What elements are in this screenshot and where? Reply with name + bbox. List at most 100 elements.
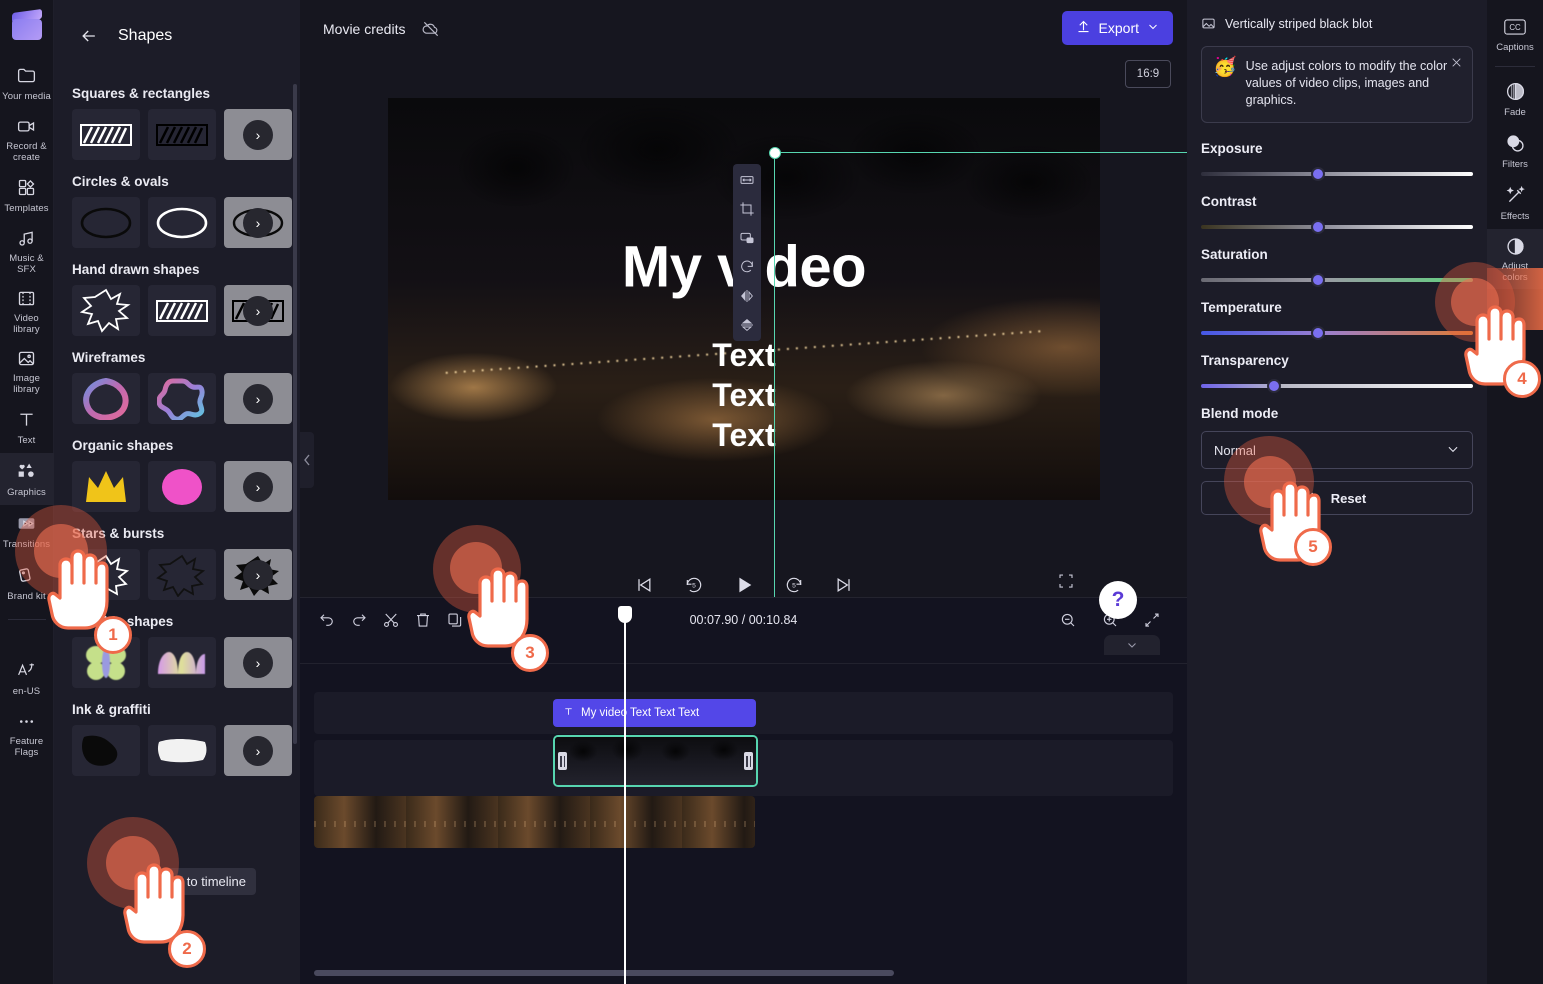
see-more-button[interactable]: › xyxy=(224,373,292,424)
zoom-out-icon[interactable] xyxy=(1057,609,1079,631)
sidebar-item-video-library[interactable]: Video library xyxy=(0,281,54,341)
split-icon[interactable] xyxy=(380,609,402,631)
flip-horizontal-icon[interactable] xyxy=(736,285,758,307)
sidebar-item-text[interactable]: Text xyxy=(0,401,54,453)
preview-sub-line: Text xyxy=(388,375,1100,415)
see-more-button[interactable]: › xyxy=(224,461,292,512)
collapse-panel-button[interactable] xyxy=(300,432,314,488)
playhead-handle[interactable] xyxy=(618,606,632,623)
see-more-button[interactable]: › xyxy=(224,637,292,688)
redo-icon[interactable] xyxy=(348,609,370,631)
track-video[interactable] xyxy=(314,804,1173,860)
sidebar-item-templates[interactable]: Templates xyxy=(0,169,54,221)
shape-thumb[interactable] xyxy=(72,373,140,424)
play-icon[interactable] xyxy=(731,572,757,598)
shape-thumb[interactable] xyxy=(148,725,216,776)
right-rail-effects[interactable]: Effects xyxy=(1487,177,1543,229)
shape-thumb[interactable] xyxy=(72,637,140,688)
playhead[interactable] xyxy=(624,620,626,984)
rotate-icon[interactable] xyxy=(736,256,758,278)
shape-thumb[interactable] xyxy=(148,197,216,248)
sidebar-item-music-sfx[interactable]: Music & SFX xyxy=(0,221,54,281)
shape-thumb[interactable] xyxy=(148,109,216,160)
sidebar-item-image-library[interactable]: Image library xyxy=(0,341,54,401)
shape-grid: › xyxy=(72,549,286,600)
timeline-ruler[interactable]: 0 0:03 0:06 0:09 0:12 0:15 0:18 0:2 xyxy=(300,642,1187,664)
crop-icon[interactable] xyxy=(736,198,758,220)
see-more-button[interactable]: › xyxy=(224,285,292,336)
shape-thumb[interactable] xyxy=(72,109,140,160)
shape-thumb[interactable] xyxy=(148,637,216,688)
undo-icon[interactable] xyxy=(316,609,338,631)
slider-thumb[interactable] xyxy=(1267,379,1281,393)
sidebar-item-record-create[interactable]: Record & create xyxy=(0,109,54,169)
shape-grid: › xyxy=(72,285,286,336)
right-rail-fade[interactable]: Fade xyxy=(1487,73,1543,125)
shape-thumb[interactable] xyxy=(72,197,140,248)
blend-mode-select[interactable]: Normal xyxy=(1201,431,1473,469)
project-title-input[interactable]: Movie credits xyxy=(314,16,414,42)
shape-thumb[interactable] xyxy=(148,461,216,512)
temperature-slider[interactable] xyxy=(1201,331,1473,335)
fullscreen-icon[interactable] xyxy=(1057,572,1079,594)
saturation-slider[interactable] xyxy=(1201,278,1473,282)
transparency-slider[interactable] xyxy=(1201,384,1473,388)
shape-thumb[interactable] xyxy=(72,461,140,512)
contrast-slider[interactable] xyxy=(1201,225,1473,229)
sidebar-item-feature-flags[interactable]: Feature Flags xyxy=(0,704,54,764)
panel-title: Shapes xyxy=(118,27,172,45)
shape-thumb[interactable] xyxy=(72,549,140,600)
trim-handle-left[interactable] xyxy=(558,752,567,770)
sidebar-item-language[interactable]: en-US xyxy=(0,652,54,704)
arrow-left-icon[interactable] xyxy=(78,25,100,47)
shape-thumb[interactable] xyxy=(72,725,140,776)
skip-previous-icon[interactable] xyxy=(631,572,657,598)
exposure-slider[interactable] xyxy=(1201,172,1473,176)
flip-vertical-icon[interactable] xyxy=(736,314,758,336)
shape-thumb[interactable] xyxy=(148,285,216,336)
forward-5-icon[interactable]: 5 xyxy=(781,572,807,598)
collapse-preview-button[interactable] xyxy=(1104,635,1160,655)
picture-in-picture-icon[interactable] xyxy=(736,227,758,249)
see-more-button[interactable]: › xyxy=(224,197,292,248)
fit-icon[interactable] xyxy=(736,169,758,191)
slider-thumb[interactable] xyxy=(1311,167,1325,181)
panel-scrollbar[interactable] xyxy=(293,84,297,744)
slider-thumb[interactable] xyxy=(1311,220,1325,234)
party-face-emoji-icon: 🥳 xyxy=(1213,58,1237,109)
trim-handle-right[interactable] xyxy=(744,752,753,770)
export-button[interactable]: Export xyxy=(1062,11,1173,45)
see-more-button[interactable]: › xyxy=(224,109,292,160)
see-more-button[interactable]: › xyxy=(224,549,292,600)
reset-button[interactable]: Reset xyxy=(1201,481,1473,515)
see-more-button[interactable]: › xyxy=(224,725,292,776)
shape-thumb[interactable] xyxy=(148,373,216,424)
timeline-clip-text[interactable]: My video Text Text Text xyxy=(553,699,756,727)
help-button[interactable]: ? xyxy=(1099,581,1137,619)
sidebar-item-brand-kit[interactable]: Brand kit xyxy=(0,557,54,609)
fit-timeline-icon[interactable] xyxy=(1141,609,1163,631)
cloud-off-icon[interactable] xyxy=(420,18,442,40)
shape-thumb[interactable] xyxy=(148,549,216,600)
timeline-clip-video[interactable] xyxy=(314,796,755,848)
sidebar-item-label: Graphics xyxy=(7,487,46,498)
rewind-5-icon[interactable]: 5 xyxy=(681,572,707,598)
right-rail-label: Filters xyxy=(1502,159,1528,170)
close-icon[interactable] xyxy=(1448,54,1464,70)
duplicate-icon[interactable] xyxy=(444,609,466,631)
timeline-clip-graphic[interactable] xyxy=(553,735,758,787)
sidebar-item-your-media[interactable]: Your media xyxy=(0,57,54,109)
track-graphic[interactable] xyxy=(314,740,1173,796)
shape-thumb[interactable] xyxy=(72,285,140,336)
slider-thumb[interactable] xyxy=(1311,326,1325,340)
slider-thumb[interactable] xyxy=(1311,273,1325,287)
track-text[interactable]: My video Text Text Text xyxy=(314,692,1173,734)
delete-icon[interactable] xyxy=(412,609,434,631)
right-rail-captions[interactable]: CC Captions xyxy=(1487,8,1543,60)
skip-next-icon[interactable] xyxy=(831,572,857,598)
sidebar-item-graphics[interactable]: Graphics xyxy=(0,453,54,505)
timeline-horizontal-scrollbar[interactable] xyxy=(314,970,894,976)
sidebar-item-transitions[interactable]: Transitions xyxy=(0,505,54,557)
right-rail-filters[interactable]: Filters xyxy=(1487,125,1543,177)
filters-icon xyxy=(1504,133,1526,155)
